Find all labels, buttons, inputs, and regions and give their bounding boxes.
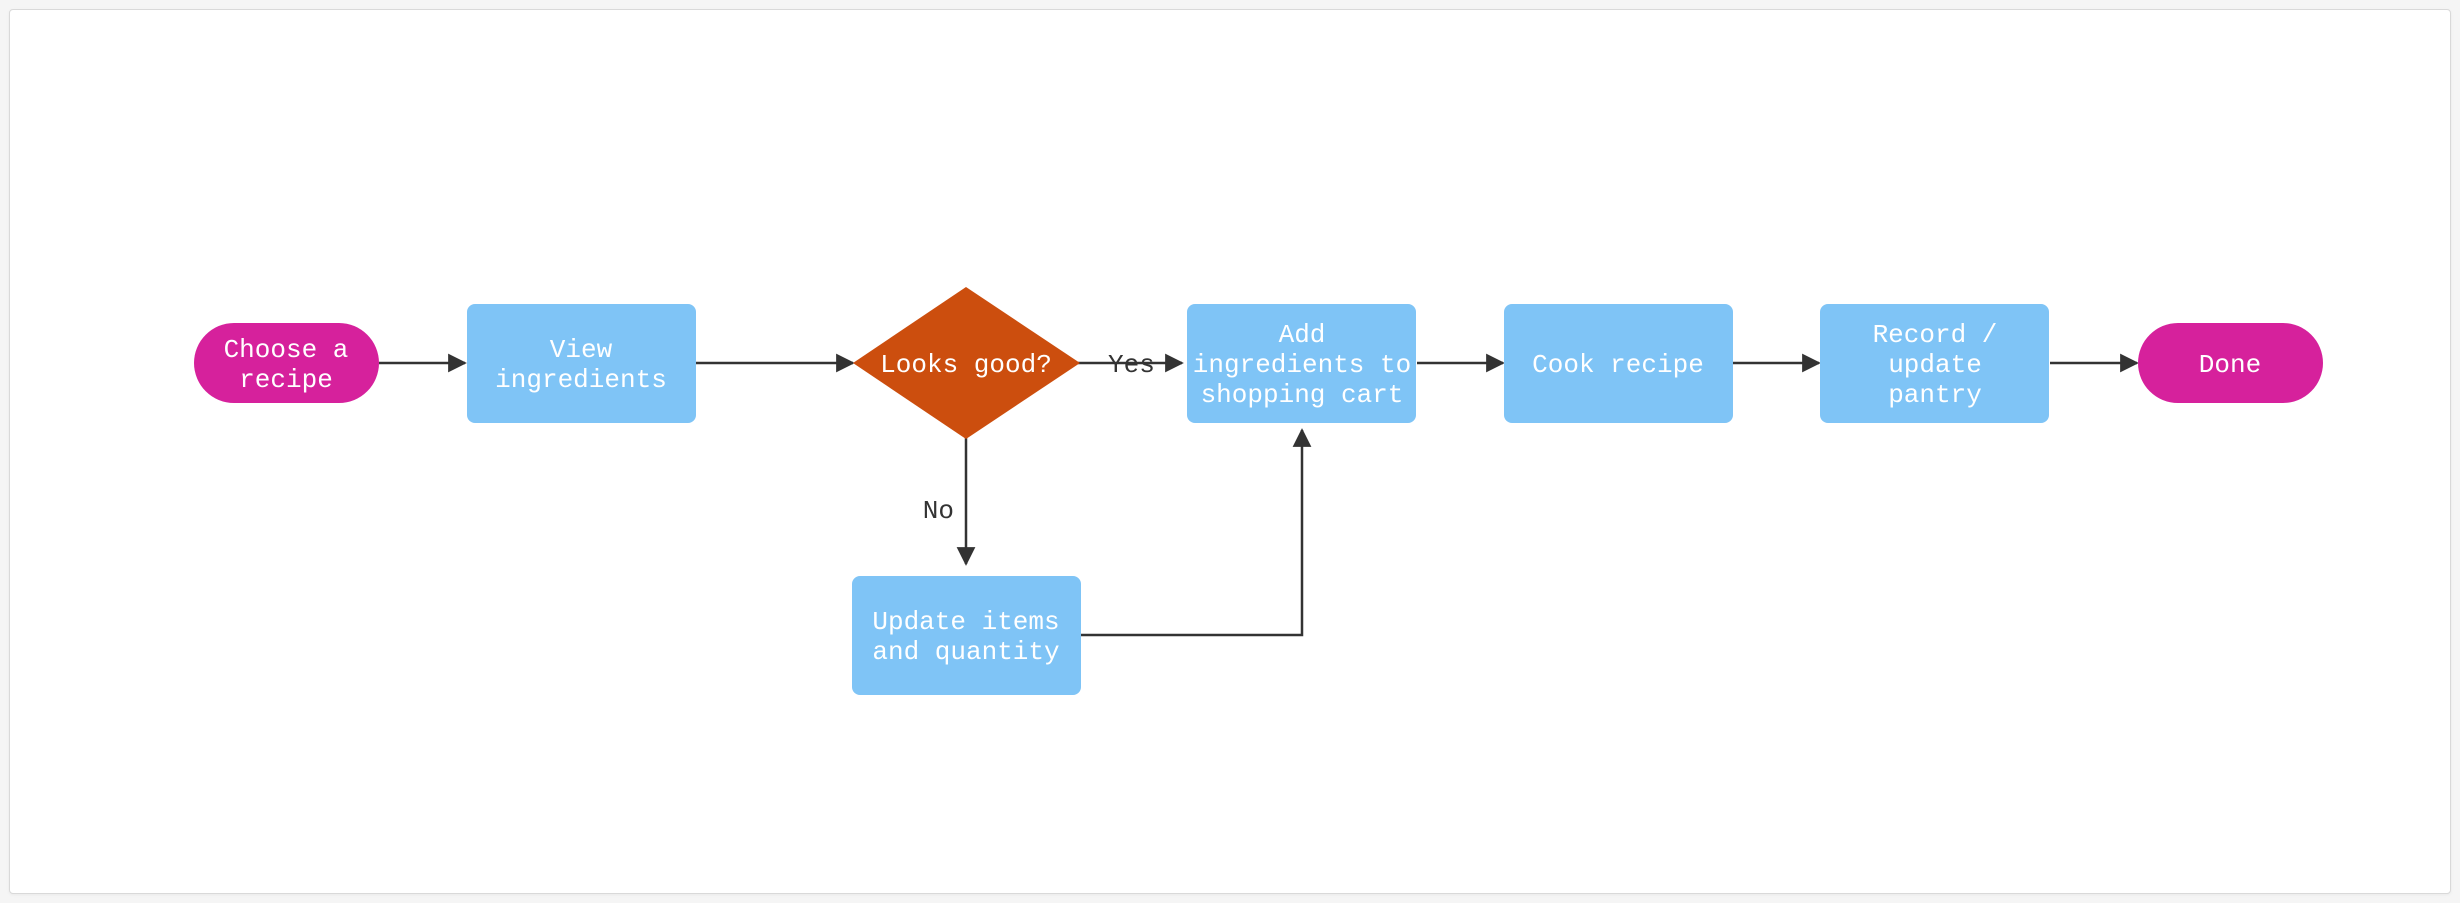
- node-start: Choose a recipe: [194, 323, 379, 403]
- svg-text:ingredients: ingredients: [495, 365, 667, 395]
- edge-label-no: No: [923, 496, 954, 526]
- node-cook-recipe: Cook recipe: [1504, 304, 1733, 423]
- edge-update-to-add: [1081, 430, 1302, 635]
- node-view-ingredients: View ingredients: [467, 304, 696, 423]
- svg-text:Looks good?: Looks good?: [880, 350, 1052, 380]
- svg-text:update: update: [1888, 350, 1982, 380]
- svg-text:Add: Add: [1279, 320, 1326, 350]
- svg-text:Update items: Update items: [872, 607, 1059, 637]
- node-update-items: Update items and quantity: [852, 576, 1081, 695]
- svg-text:Cook recipe: Cook recipe: [1532, 350, 1704, 380]
- svg-text:Done: Done: [2199, 350, 2261, 380]
- svg-text:and quantity: and quantity: [872, 637, 1059, 667]
- node-add-ingredients: Add ingredients to shopping cart: [1187, 304, 1416, 423]
- svg-text:pantry: pantry: [1888, 380, 1982, 410]
- svg-text:Choose a: Choose a: [224, 335, 349, 365]
- flowchart-canvas: Yes No Choose a recipe View ingredients …: [9, 9, 2451, 894]
- svg-text:View: View: [550, 335, 613, 365]
- node-done: Done: [2138, 323, 2323, 403]
- svg-text:ingredients to: ingredients to: [1193, 350, 1411, 380]
- svg-text:shopping cart: shopping cart: [1201, 380, 1404, 410]
- node-decision-looks-good: Looks good?: [853, 287, 1080, 439]
- edge-decision-no: No: [923, 436, 966, 564]
- edge-label-yes: Yes: [1108, 350, 1155, 380]
- svg-text:Record /: Record /: [1873, 320, 1998, 350]
- svg-text:recipe: recipe: [239, 365, 333, 395]
- node-record-pantry: Record / update pantry: [1820, 304, 2049, 423]
- edge-decision-yes: Yes: [1078, 350, 1182, 380]
